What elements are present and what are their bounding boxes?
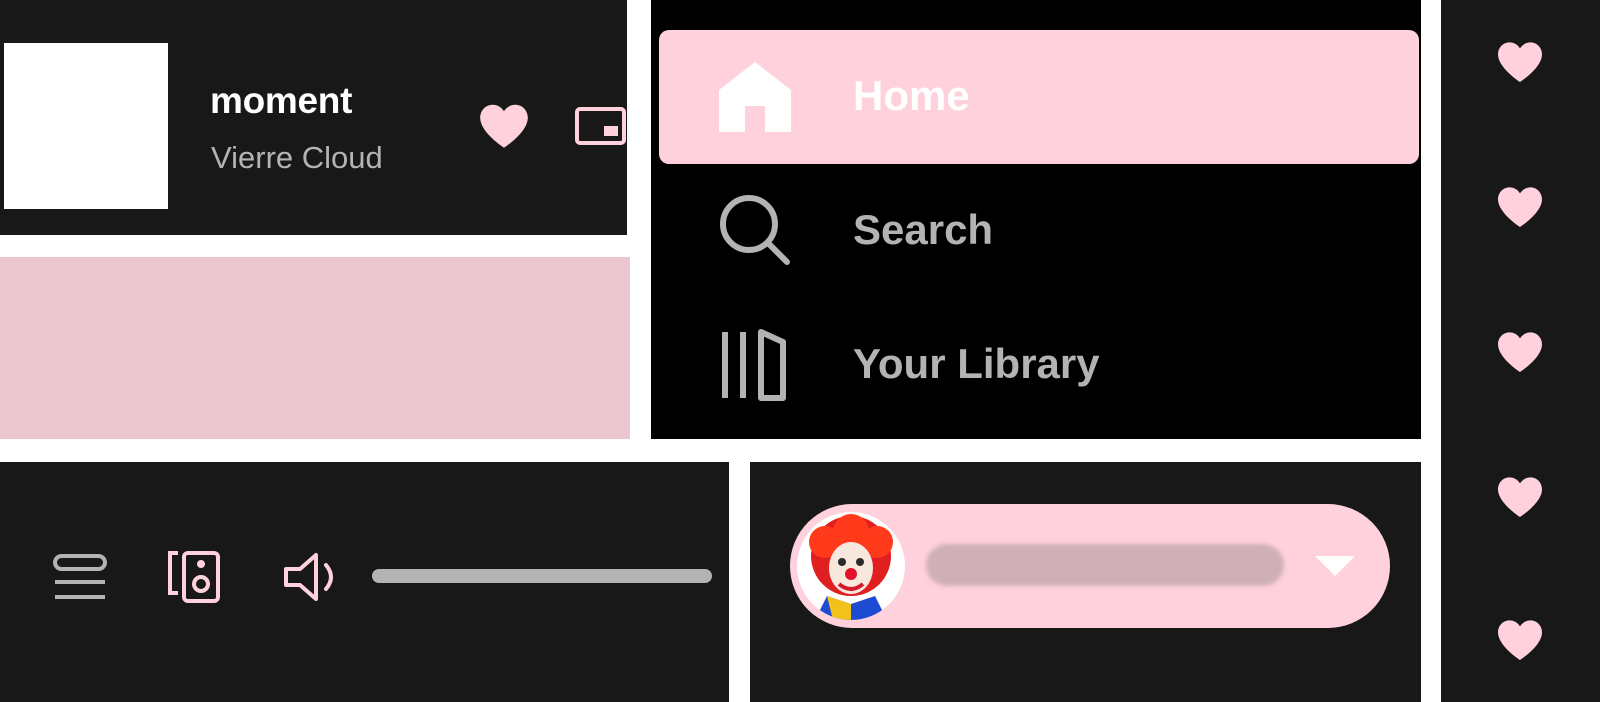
nav-item-library[interactable]: Your Library [659, 298, 1419, 432]
library-icon [722, 329, 786, 401]
heart-icon [480, 104, 528, 148]
volume-slider[interactable] [372, 569, 712, 583]
pink-color-block [0, 257, 630, 439]
connect-device-icon [168, 551, 220, 603]
player-controls [0, 462, 729, 702]
search-icon [720, 195, 790, 265]
now-playing-bar: moment Vierre Cloud [0, 0, 627, 235]
picture-in-picture-button[interactable] [574, 106, 627, 146]
user-menu-button[interactable] [790, 504, 1390, 628]
album-cover[interactable] [4, 43, 168, 209]
volume-icon [284, 553, 333, 601]
heart-icon [1498, 477, 1542, 517]
heart-icon [1498, 620, 1542, 660]
nav-item-search-label: Search [853, 206, 994, 253]
heart-button[interactable] [1496, 185, 1544, 229]
clown-avatar-icon [809, 514, 893, 620]
track-title[interactable]: moment [210, 80, 352, 122]
heart-button[interactable] [1496, 330, 1544, 374]
heart-button[interactable] [1496, 475, 1544, 519]
avatar [797, 512, 905, 620]
track-artist[interactable]: Vierre Cloud [211, 140, 383, 176]
heart-icon [1498, 42, 1542, 82]
nav-item-home-label: Home [853, 72, 970, 119]
connect-device-button[interactable] [164, 547, 224, 607]
heart-button[interactable] [1496, 618, 1544, 662]
heart-button[interactable] [1496, 40, 1544, 84]
sidebar-nav: Home Search Your Library [651, 0, 1421, 439]
queue-button[interactable] [50, 547, 110, 607]
liked-hearts-column [1441, 0, 1600, 702]
user-panel [750, 462, 1421, 702]
home-icon [719, 62, 791, 132]
like-button[interactable] [478, 102, 530, 150]
picture-in-picture-icon [575, 107, 626, 145]
nav-item-library-label: Your Library [853, 340, 1100, 387]
heart-icon [1498, 332, 1542, 372]
nav-item-search[interactable]: Search [659, 164, 1419, 298]
heart-icon [1498, 187, 1542, 227]
caret-down-icon[interactable] [1313, 554, 1357, 578]
queue-icon [53, 554, 107, 599]
volume-button[interactable] [282, 547, 342, 607]
username-redacted [926, 544, 1284, 586]
nav-item-home[interactable]: Home [659, 30, 1419, 164]
